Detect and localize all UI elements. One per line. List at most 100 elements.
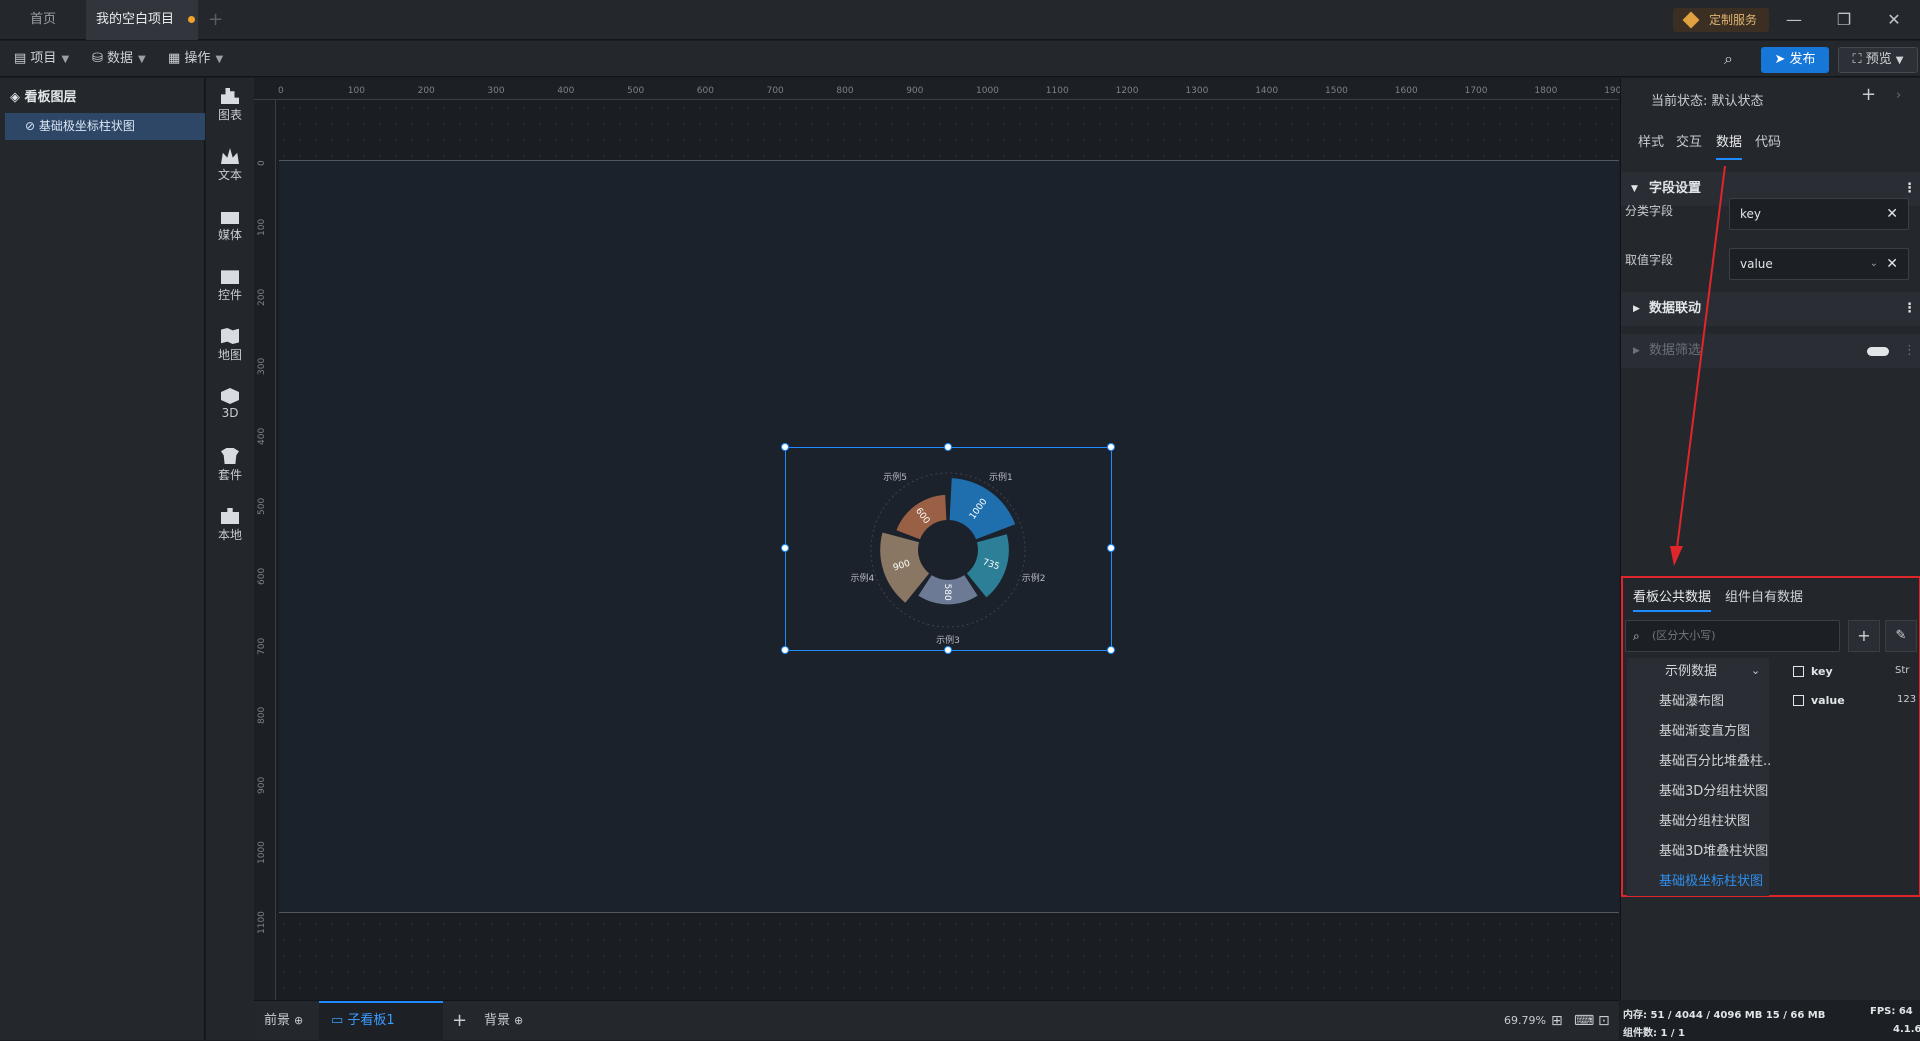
annotation-arrow: [1670, 165, 1726, 566]
database-icon: ⛁: [92, 51, 108, 66]
resize-handle-top-right[interactable]: [1107, 443, 1115, 451]
data-source-panel: 看板公共数据 组件自有数据 ⌕ (区分大小写) + ✎ 示例数据 ⌄ 基础瀑布图 …: [1621, 576, 1920, 897]
field-name-value: value: [1811, 694, 1845, 707]
component-media[interactable]: 媒体: [206, 208, 254, 243]
ruler-tick-label: 600: [696, 86, 714, 96]
data-search-input[interactable]: ⌕ (区分大小写): [1625, 620, 1840, 652]
dataset-item[interactable]: 基础百分比堆叠柱...: [1659, 748, 1771, 776]
tab-project[interactable]: 我的空白项目: [86, 0, 198, 40]
send-icon: ➤: [1774, 52, 1790, 67]
resize-handle-right[interactable]: [1107, 544, 1115, 552]
add-circle-icon[interactable]: ⊕: [294, 1014, 303, 1027]
dataset-item-selected[interactable]: 基础极坐标柱状图: [1659, 868, 1771, 896]
background-label: 背景: [484, 1013, 511, 1028]
component-3d-label: 3D: [221, 406, 239, 420]
ruler-tick-label: 700: [257, 637, 267, 655]
resize-handle-bottom[interactable]: [944, 646, 952, 654]
sub-board-tab[interactable]: ▭ 子看板1: [319, 1001, 443, 1041]
component-map[interactable]: 地图: [206, 328, 254, 363]
dataset-item[interactable]: 基础渐变直方图: [1659, 718, 1771, 746]
dataset-item[interactable]: 基础瀑布图: [1659, 688, 1771, 716]
resize-handle-bottom-left[interactable]: [781, 646, 789, 654]
ruler-tick-label: 1800: [1534, 86, 1558, 96]
selection-box[interactable]: [785, 447, 1112, 651]
component-local[interactable]: 本地: [206, 508, 254, 543]
layer-item[interactable]: ⊘ 基础极坐标柱状图: [5, 113, 205, 140]
memory-status: 内存: 51 / 4044 / 4096 MB 15 / 66 MB: [1623, 1010, 1826, 1021]
terminal-icon[interactable]: ⊡: [1598, 1001, 1610, 1041]
menu-data[interactable]: ⛁ 数据 ▼: [92, 41, 146, 77]
edit-data-button[interactable]: ✎: [1885, 620, 1917, 652]
ruler-top: 0 100 200 300 400 500 600 700 800 900 1000 1100 1200…: [254, 78, 1627, 100]
puzzle-icon: [221, 508, 239, 524]
menu-project-label: 项目: [30, 51, 57, 66]
add-circle-icon[interactable]: ⊕: [514, 1014, 523, 1027]
ruler-tick-label: 1400: [1255, 86, 1279, 96]
dataset-group-label: 示例数据: [1665, 664, 1718, 679]
component-toolbar: 图表 文本 媒体 控件 地图 3D 套件 本地: [206, 78, 254, 1040]
ruler-tick-label: 1600: [1394, 86, 1418, 96]
layers-title: ◈ 看板图层: [10, 86, 77, 105]
cube-icon: [221, 388, 239, 404]
text-icon: [221, 148, 239, 164]
resize-handle-top-left[interactable]: [781, 443, 789, 451]
custom-service-label: 定制服务: [1709, 13, 1758, 27]
add-data-button[interactable]: +: [1848, 620, 1880, 652]
layers-title-label: 看板图层: [24, 90, 77, 105]
tab-home[interactable]: 首页: [0, 0, 86, 40]
keyboard-icon[interactable]: ⌨: [1574, 1001, 1594, 1041]
component-3d[interactable]: 3D: [206, 388, 254, 420]
preview-label: 预览: [1865, 52, 1892, 67]
component-control[interactable]: 控件: [206, 268, 254, 303]
tab-own-data[interactable]: 组件自有数据: [1725, 584, 1803, 612]
dataset-item[interactable]: 基础3D分组柱状图: [1659, 778, 1771, 806]
background-tab[interactable]: 背景 ⊕: [484, 1001, 523, 1041]
chevron-down-icon: ▼: [61, 54, 70, 65]
component-kit[interactable]: 套件: [206, 448, 254, 483]
minimize-icon[interactable]: —: [1784, 10, 1804, 29]
ruler-tick-label: 1500: [1325, 86, 1348, 96]
ruler-tick-label: 700: [766, 86, 784, 96]
publish-label: 发布: [1789, 52, 1816, 67]
zoom-level[interactable]: 69.79%: [1504, 1001, 1546, 1041]
chevron-down-icon[interactable]: ⌄: [1751, 664, 1760, 677]
foreground-label: 前景: [264, 1013, 291, 1028]
resize-handle-bottom-right[interactable]: [1107, 646, 1115, 654]
dataset-item[interactable]: 基础3D堆叠柱状图: [1659, 838, 1771, 866]
ruler-tick-label: 1300: [1185, 86, 1209, 96]
field-checkbox-key[interactable]: [1793, 666, 1804, 677]
preview-button[interactable]: ⛶ 预览 ▼: [1838, 47, 1918, 73]
monitor-icon: ▭: [331, 1013, 348, 1028]
tab-public-data[interactable]: 看板公共数据: [1633, 584, 1712, 612]
field-checkbox-value[interactable]: [1793, 695, 1804, 706]
search-icon[interactable]: ⌕: [1724, 41, 1733, 77]
add-board-icon[interactable]: +: [452, 1001, 467, 1041]
component-chart[interactable]: 图表: [206, 88, 254, 123]
dataset-item[interactable]: 基础分组柱状图: [1659, 808, 1771, 836]
ruler-left: 0 100 200 300 400 500 600 700 800 900 1000 1100: [254, 100, 276, 1000]
ruler-tick-label: 900: [906, 86, 924, 96]
tab-home-label: 首页: [29, 12, 56, 27]
component-text[interactable]: 文本: [206, 148, 254, 183]
ruler-tick-label: 800: [836, 86, 854, 96]
component-chart-label: 图表: [217, 108, 242, 122]
foreground-tab[interactable]: 前景 ⊕: [264, 1001, 303, 1041]
component-kit-label: 套件: [217, 468, 242, 482]
ruler-tick-label: 600: [257, 567, 267, 585]
resize-handle-left[interactable]: [781, 544, 789, 552]
menu-operate[interactable]: ▦ 操作 ▼: [168, 41, 223, 77]
menu-project[interactable]: ▤ 项目 ▼: [14, 41, 69, 77]
restore-icon[interactable]: ❐: [1834, 10, 1854, 29]
component-count: 组件数: 1 / 1: [1623, 1028, 1686, 1039]
ruler-tick-label: 1700: [1464, 86, 1488, 96]
custom-service-button[interactable]: 定制服务: [1673, 8, 1769, 32]
ruler-tick-label: 800: [257, 707, 267, 725]
fit-screen-icon[interactable]: ⊞: [1551, 1001, 1563, 1041]
close-icon[interactable]: ✕: [1884, 10, 1904, 29]
map-icon: [221, 328, 239, 344]
add-tab-icon[interactable]: +: [208, 0, 223, 40]
resize-handle-top[interactable]: [944, 443, 952, 451]
media-icon: [221, 212, 239, 224]
publish-button[interactable]: ➤ 发布: [1761, 47, 1829, 73]
chevron-down-icon: ▼: [215, 54, 224, 65]
